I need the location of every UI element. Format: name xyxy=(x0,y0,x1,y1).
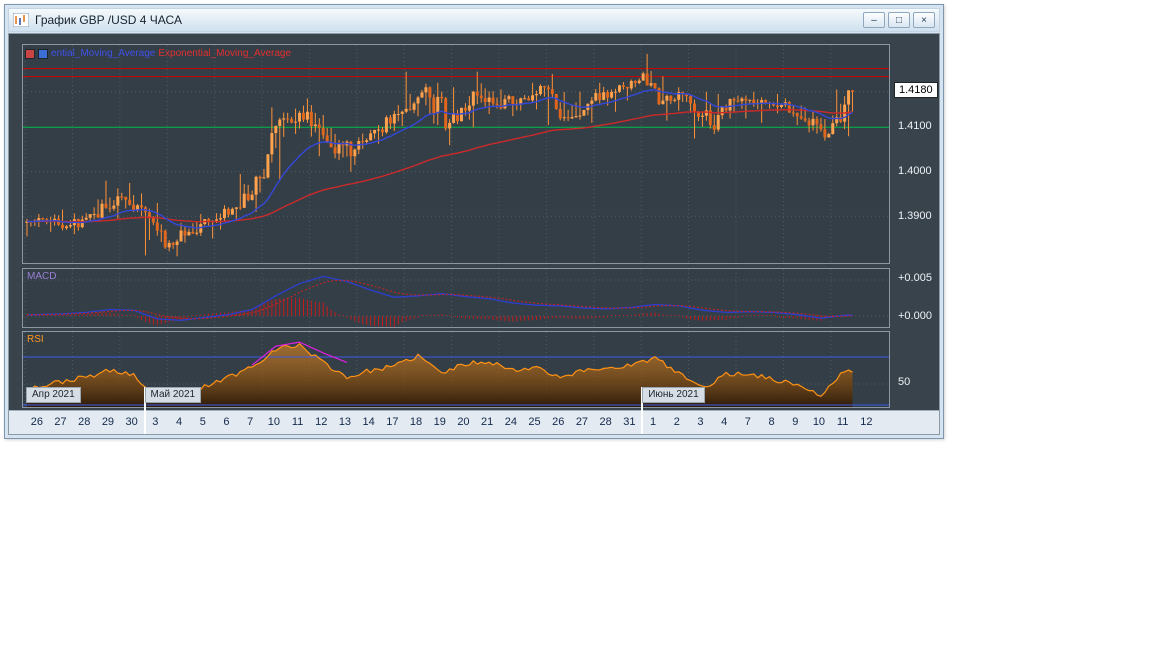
price-chart[interactable] xyxy=(23,45,889,263)
date-label: 8 xyxy=(768,416,775,428)
date-label: 29 xyxy=(101,416,115,428)
date-label: 26 xyxy=(30,416,43,428)
date-label: 14 xyxy=(362,416,375,428)
date-label: 24 xyxy=(504,416,517,428)
date-label: 1 xyxy=(649,416,657,428)
close-button[interactable]: × xyxy=(913,12,935,28)
month-label: Июнь 2021 xyxy=(642,387,705,403)
date-label: 4 xyxy=(721,416,728,428)
window-controls: – □ × xyxy=(863,12,935,28)
macd-panel[interactable]: MACD xyxy=(22,268,890,328)
date-label: 10 xyxy=(267,416,280,428)
date-label: 18 xyxy=(409,416,423,428)
desktop: { "window": { "title": "График GBP /USD … xyxy=(0,0,1152,648)
indicator-legend: ential_Moving_Average Exponential_Moving… xyxy=(25,48,291,59)
chart-client-area: ential_Moving_Average Exponential_Moving… xyxy=(8,33,940,435)
rsi-label: RSI xyxy=(27,334,44,345)
date-label: 9 xyxy=(792,416,799,428)
date-label: 25 xyxy=(528,416,541,428)
date-label: 27 xyxy=(575,416,589,428)
date-label: 6 xyxy=(223,416,230,428)
month-label: Май 2021 xyxy=(144,387,202,403)
date-label: 11 xyxy=(291,416,304,428)
chart-window: График GBP /USD 4 ЧАСА – □ × ential_Movi… xyxy=(4,4,944,439)
date-label: 11 xyxy=(836,416,849,428)
price-scale-label: 1.4100 xyxy=(898,120,932,132)
date-label: 7 xyxy=(247,416,254,428)
month-label: Апр 2021 xyxy=(26,387,81,403)
date-label: 17 xyxy=(386,416,399,428)
price-scale-label: 1.4000 xyxy=(898,165,932,177)
price-scale-column[interactable]: 1.4180 1.4100 1.4000 1.3900 +0.005 +0.00… xyxy=(892,34,939,410)
ema-slow-label: Exponential_Moving_Average xyxy=(158,48,292,59)
date-label: 2 xyxy=(673,416,680,428)
date-label: 30 xyxy=(125,416,138,428)
ema-line xyxy=(27,108,853,223)
macd-chart[interactable] xyxy=(23,269,889,327)
date-label: 13 xyxy=(338,416,352,428)
macd-scale-label: +0.005 xyxy=(898,272,932,284)
date-label: 20 xyxy=(457,416,470,428)
date-label: 3 xyxy=(152,416,159,428)
rsi-scale-label: 50 xyxy=(898,376,911,388)
price-panel[interactable]: ential_Moving_Average Exponential_Moving… xyxy=(22,44,890,264)
candlesticks xyxy=(25,53,855,257)
ema-fast-label: ential_Moving_Average xyxy=(51,48,156,59)
price-scale-label: 1.3900 xyxy=(898,210,932,222)
minimize-button[interactable]: – xyxy=(863,12,885,28)
macd-label: MACD xyxy=(27,271,57,282)
date-label: 4 xyxy=(175,416,183,428)
date-label: 28 xyxy=(599,416,612,428)
date-label: 21 xyxy=(481,416,494,428)
date-label: 28 xyxy=(78,416,91,428)
date-label: 27 xyxy=(54,416,67,428)
macd-scale-label: +0.000 xyxy=(898,310,932,322)
macd-line xyxy=(27,275,853,321)
indicator-button-blue[interactable] xyxy=(38,48,48,59)
date-label: 7 xyxy=(744,416,751,428)
date-label: 31 xyxy=(623,416,636,428)
maximize-button[interactable]: □ xyxy=(888,12,910,28)
chart-icon xyxy=(12,12,30,28)
date-label: 5 xyxy=(199,416,206,428)
date-label: 19 xyxy=(433,416,446,428)
date-label: 12 xyxy=(315,416,328,428)
current-price-tag: 1.4180 xyxy=(894,82,938,98)
date-label: 10 xyxy=(812,416,826,428)
date-label: 3 xyxy=(697,416,704,428)
date-label: 12 xyxy=(860,416,873,428)
time-axis[interactable]: 26 27 28 29 30 3 4 5 6 7 10 11 12 13 14 17 18 19 20 21 24 25 2… xyxy=(9,410,939,434)
titlebar[interactable]: График GBP /USD 4 ЧАСА – □ × xyxy=(8,8,940,32)
window-title: График GBP /USD 4 ЧАСА xyxy=(35,13,182,27)
indicator-button-red[interactable] xyxy=(25,48,35,59)
date-label: 26 xyxy=(552,416,565,428)
